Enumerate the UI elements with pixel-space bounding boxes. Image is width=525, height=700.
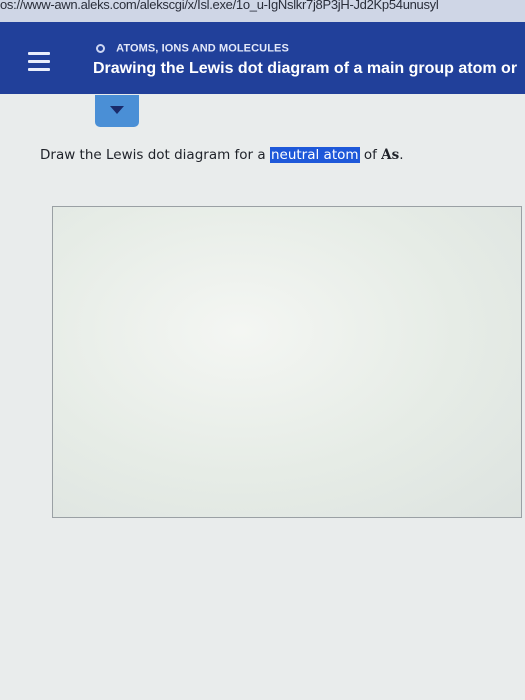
lewis-drawing-canvas[interactable] [52,206,522,518]
expand-dropdown-button[interactable] [95,95,139,127]
question-text: Draw the Lewis dot diagram for a neutral… [40,147,404,163]
topic-circle-icon [96,44,105,53]
question-prefix: Draw the Lewis dot diagram for a [40,147,270,163]
chevron-down-icon [110,106,124,114]
topic-row: ATOMS, IONS AND MOLECULES [96,38,289,55]
url-text: os://www-awn.aleks.com/alekscgi/x/Isl.ex… [0,0,439,12]
question-suffix: . [399,147,404,163]
neutral-atom-link[interactable]: neutral atom [269,147,360,163]
lesson-header: ATOMS, IONS AND MOLECULES Drawing the Le… [0,22,525,94]
element-symbol: As [381,147,400,163]
question-middle: of [359,147,382,163]
menu-icon[interactable] [28,52,50,72]
topic-label: ATOMS, IONS AND MOLECULES [116,42,289,55]
lesson-title: Drawing the Lewis dot diagram of a main … [93,60,518,77]
browser-address-bar[interactable]: os://www-awn.aleks.com/alekscgi/x/Isl.ex… [0,0,525,22]
